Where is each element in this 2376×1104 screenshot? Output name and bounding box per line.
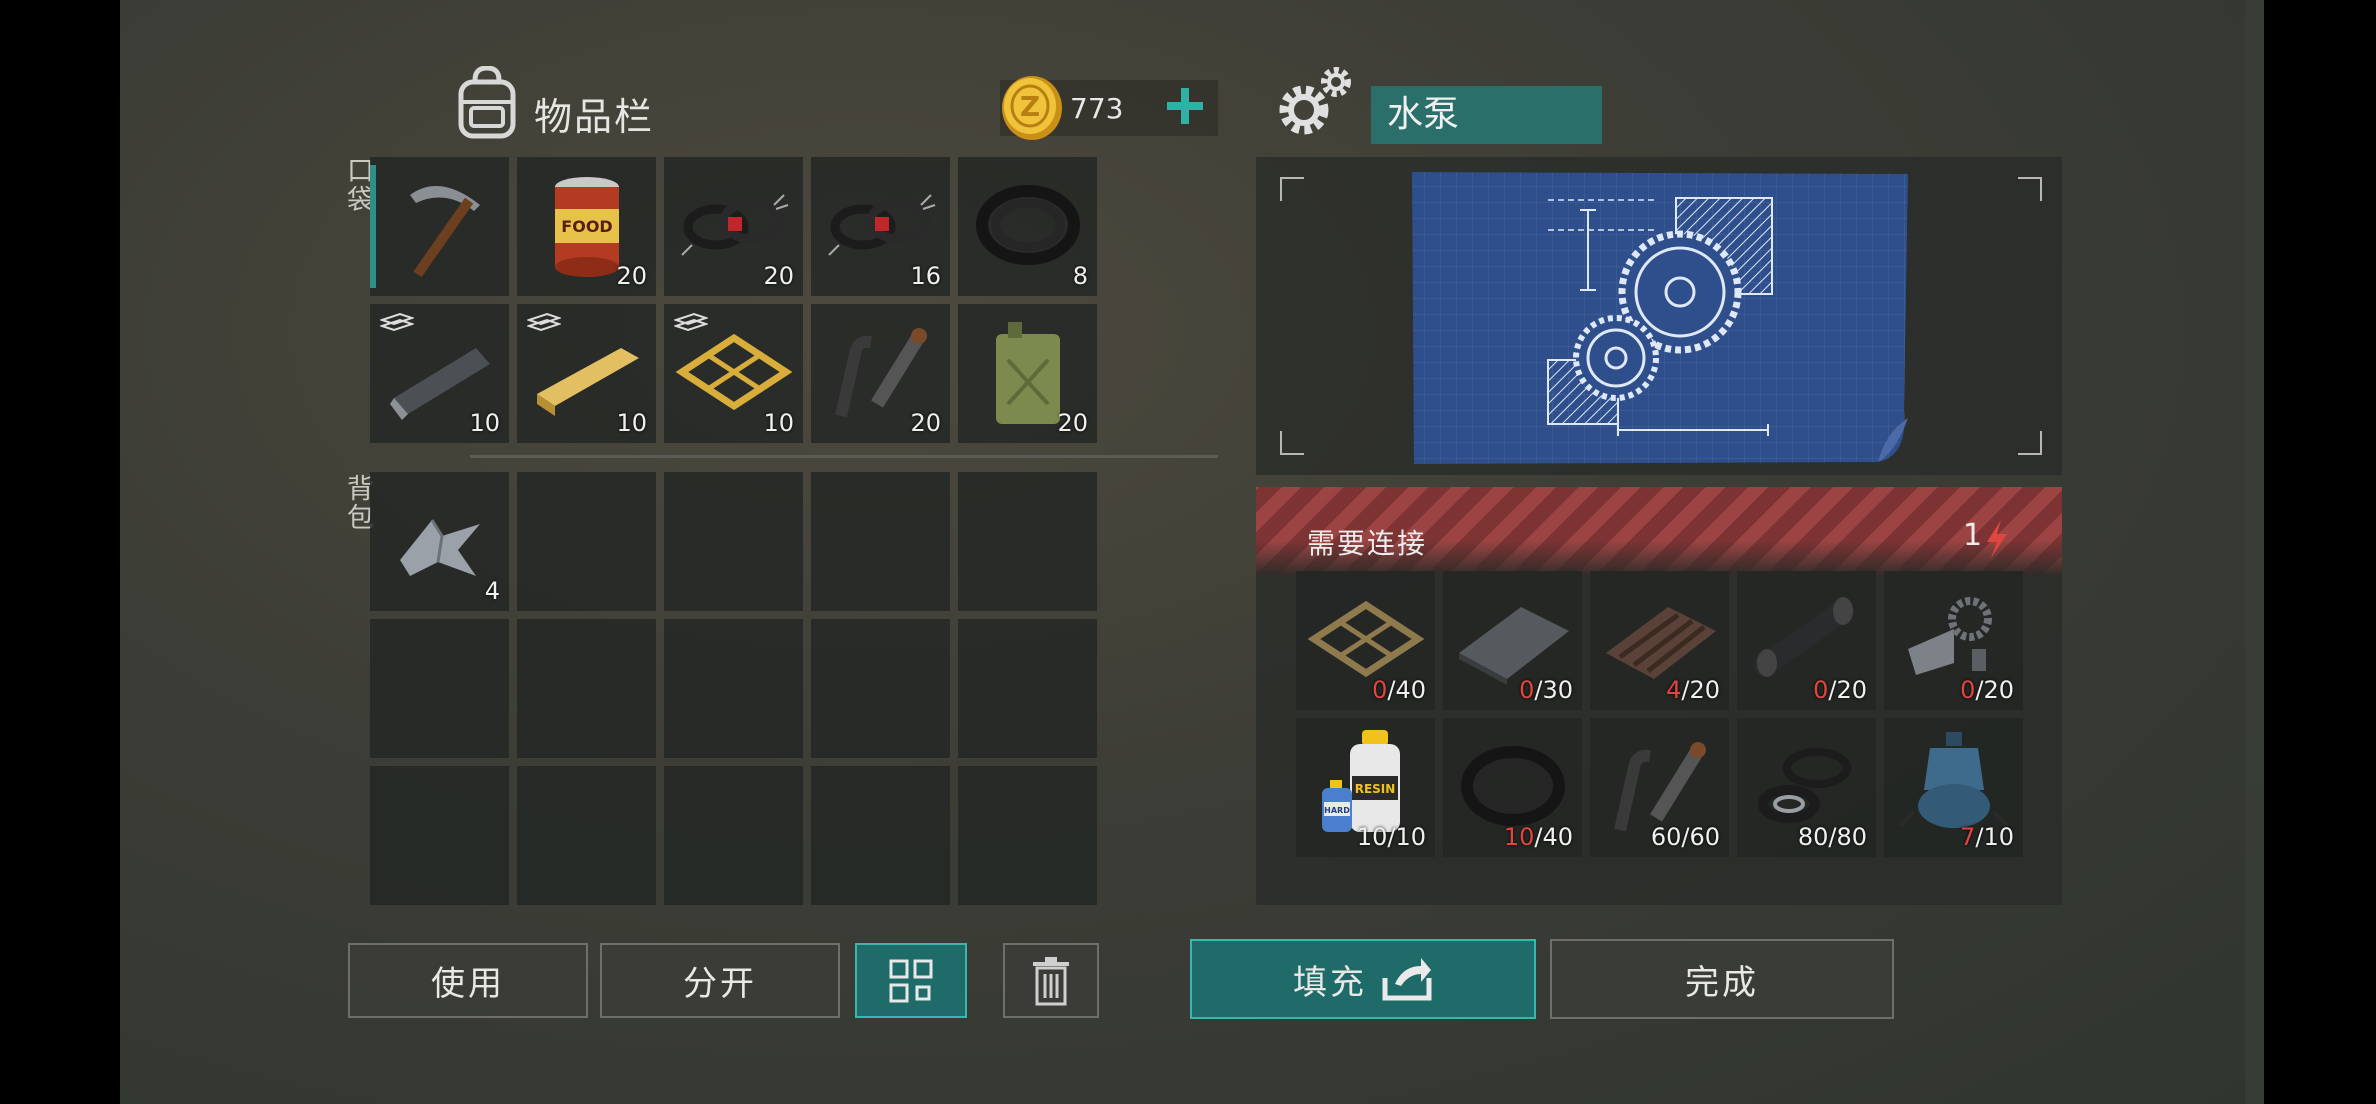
slot-quantity: 20 — [763, 262, 794, 290]
backpack-icon — [458, 66, 516, 139]
frame-corner — [2018, 177, 2042, 201]
material-quantity: 0/20 — [1813, 676, 1867, 704]
selected-indicator — [370, 165, 376, 288]
game-screen: 物品栏 Z 773 口袋 背包 FOOD 20 20 16 8 10 10 10… — [120, 0, 2264, 1104]
material-quantity: 7/10 — [1960, 823, 2014, 851]
resin-label-text: RESIN — [1355, 782, 1396, 796]
svg-text:Z: Z — [1020, 90, 1040, 123]
backpack-slot-empty[interactable] — [664, 619, 803, 758]
slot-quantity: 10 — [469, 409, 500, 437]
slot-quantity: 10 — [763, 409, 794, 437]
inventory-title: 物品栏 — [534, 95, 655, 139]
coin-amount: 773 — [1070, 92, 1124, 125]
material-quantity: 10/40 — [1503, 823, 1573, 851]
material-quantity: 0/40 — [1372, 676, 1426, 704]
backpack-slot-empty[interactable] — [370, 766, 509, 905]
pocket-slot-wire[interactable]: 16 — [811, 157, 950, 296]
backpack-slot-empty[interactable] — [958, 472, 1097, 611]
pocket-slot-hose[interactable]: 8 — [958, 157, 1097, 296]
pocket-slot-plank[interactable]: 10 — [517, 304, 656, 443]
material-slot-metal-plate[interactable]: 0/30 — [1443, 571, 1582, 710]
material-quantity: 10/10 — [1356, 823, 1426, 851]
backpack-slot-scrap-metal[interactable]: 4 — [370, 472, 509, 611]
grid-layout-icon — [889, 959, 933, 1002]
slot-quantity: 20 — [1057, 409, 1088, 437]
pickaxe-icon — [410, 186, 480, 278]
fill-arrow-icon — [1382, 958, 1432, 1001]
backpack-slot-empty[interactable] — [664, 472, 803, 611]
use-button[interactable]: 使用 — [348, 943, 588, 1018]
coin-icon: Z — [1002, 76, 1062, 140]
backpack-slot-empty[interactable] — [517, 766, 656, 905]
frame-corner — [1280, 431, 1304, 455]
section-divider — [470, 455, 1218, 458]
slot-quantity: 10 — [616, 409, 647, 437]
split-button[interactable]: 分开 — [600, 943, 840, 1018]
slot-quantity: 8 — [1072, 262, 1088, 290]
done-button[interactable]: 完成 — [1550, 939, 1894, 1019]
backpack-slot-empty[interactable] — [958, 766, 1097, 905]
material-slot-metal-pipe[interactable]: 0/20 — [1737, 571, 1876, 710]
material-slot-gaskets[interactable]: 80/80 — [1737, 718, 1876, 857]
recipe-name: 水泵 — [1371, 86, 1602, 144]
material-quantity: 60/60 — [1650, 823, 1720, 851]
material-slot-pump-motor[interactable]: 7/10 — [1884, 718, 2023, 857]
frame-corner — [1280, 177, 1304, 201]
backpack-slot-empty[interactable] — [811, 766, 950, 905]
backpack-slot-empty[interactable] — [958, 619, 1097, 758]
close-strip — [2245, 0, 2264, 1104]
material-quantity: 0/30 — [1519, 676, 1573, 704]
pocket-slot-wire[interactable]: 20 — [664, 157, 803, 296]
pocket-slot-pipe[interactable]: 20 — [811, 304, 950, 443]
crafting-gears-icon — [1279, 67, 1351, 135]
pocket-slot-metal-bar[interactable]: 10 — [370, 304, 509, 443]
material-slot-pipe[interactable]: 60/60 — [1590, 718, 1729, 857]
frame-corner — [2018, 431, 2042, 455]
material-slot-resin-hardener[interactable]: RESIN HARD 10/10 — [1296, 718, 1435, 857]
material-slot-gear-mechanism[interactable]: 0/20 — [1884, 571, 2023, 710]
material-quantity: 80/80 — [1797, 823, 1867, 851]
fill-button[interactable]: 填充 — [1190, 939, 1536, 1019]
slot-quantity: 20 — [616, 262, 647, 290]
material-slot-wooden-frame[interactable]: 0/40 — [1296, 571, 1435, 710]
slot-quantity: 20 — [910, 409, 941, 437]
slot-quantity: 16 — [910, 262, 941, 290]
trash-icon — [1033, 956, 1069, 1005]
backpack-slot-empty[interactable] — [811, 619, 950, 758]
requirement-title: 需要连接 — [1307, 527, 1428, 560]
pocket-slot-frame[interactable]: 10 — [664, 304, 803, 443]
pocket-slot-pickaxe[interactable] — [370, 157, 509, 296]
backpack-slot-empty[interactable] — [517, 472, 656, 611]
slot-quantity: 4 — [484, 577, 500, 605]
material-quantity: 4/20 — [1666, 676, 1720, 704]
blueprint-image — [1412, 172, 1908, 464]
backpack-slot-empty[interactable] — [664, 766, 803, 905]
material-slot-corrugated-sheet[interactable]: 4/20 — [1590, 571, 1729, 710]
material-slot-rubber-hose[interactable]: 10/40 — [1443, 718, 1582, 857]
can-label-text: FOOD — [561, 217, 612, 236]
pocket-slot-jerrycan[interactable]: 20 — [958, 304, 1097, 443]
backpack-slot-empty[interactable] — [370, 619, 509, 758]
lightning-icon — [1987, 520, 2007, 558]
backpack-slot-empty[interactable] — [811, 472, 950, 611]
backpack-slot-empty[interactable] — [517, 619, 656, 758]
fill-button-label: 填充 — [1293, 962, 1367, 1003]
material-quantity: 0/20 — [1960, 676, 2014, 704]
hardener-label-text: HARD — [1324, 806, 1350, 815]
requirement-count: 1 — [1963, 518, 1983, 553]
trash-button[interactable] — [1003, 943, 1099, 1018]
add-coins-button[interactable] — [1163, 84, 1207, 128]
scrap-metal-icon — [400, 519, 480, 576]
pocket-slot-canned-food[interactable]: FOOD 20 — [517, 157, 656, 296]
rubber-hose-icon — [976, 185, 1080, 265]
layout-toggle-button[interactable] — [855, 943, 967, 1018]
